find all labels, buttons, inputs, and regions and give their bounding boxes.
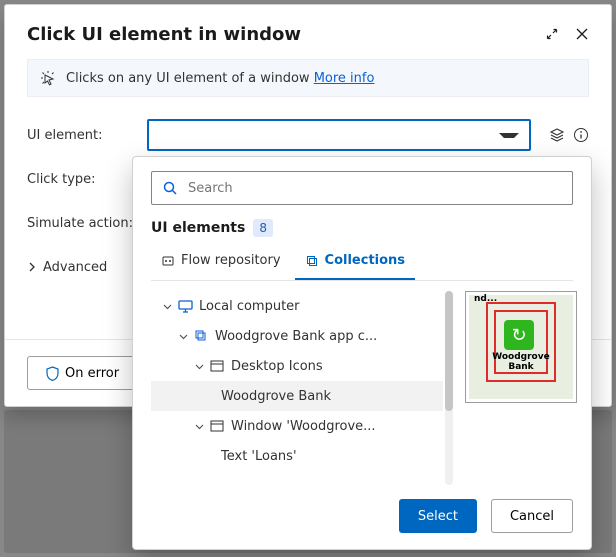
chevron-down-icon — [179, 332, 188, 341]
search-icon — [162, 180, 178, 196]
info-text: Clicks on any UI element of a window Mor… — [66, 71, 374, 86]
monitor-icon — [177, 300, 193, 313]
advanced-toggle[interactable]: Advanced — [27, 260, 107, 275]
collections-icon — [305, 254, 319, 268]
scrollbar[interactable] — [445, 291, 453, 485]
tabs: Flow repository Collections — [151, 245, 573, 281]
tree: Local computer Woodgrove Bank app c... D… — [151, 291, 443, 485]
tree-node-text-loans[interactable]: Text 'Loans' — [151, 441, 443, 471]
collection-icon — [193, 329, 209, 343]
title-bar: Click UI element in window — [5, 5, 611, 59]
close-icon — [576, 28, 588, 40]
tree-node-app[interactable]: Woodgrove Bank app c... — [151, 321, 443, 351]
tab-flow-repository[interactable]: Flow repository — [151, 245, 291, 280]
tree-node-desktop-icons[interactable]: Desktop Icons — [151, 351, 443, 381]
preview-thumbnail: nd... Woodgrove Bank — [465, 291, 577, 403]
search-input-wrap[interactable] — [151, 171, 573, 205]
window-icon — [209, 360, 225, 372]
tree-node-computer[interactable]: Local computer — [151, 291, 443, 321]
search-input[interactable] — [186, 180, 562, 197]
shield-icon — [46, 366, 59, 381]
section-title: UI elements 8 — [151, 219, 573, 237]
popup-cancel-button[interactable]: Cancel — [491, 499, 573, 533]
dialog-title: Click UI element in window — [27, 24, 537, 45]
repository-icon — [161, 254, 175, 268]
layers-icon[interactable] — [549, 127, 565, 143]
tab-collections[interactable]: Collections — [295, 245, 416, 280]
on-error-button[interactable]: On error — [27, 356, 138, 390]
count-badge: 8 — [253, 219, 273, 237]
tree-node-window[interactable]: Window 'Woodgrove... — [151, 411, 443, 441]
label-click-type: Click type: — [27, 172, 137, 187]
chevron-down-icon — [195, 362, 204, 371]
tree-node-woodgrove-bank[interactable]: Woodgrove Bank — [151, 381, 443, 411]
row-ui-element: UI element: — [5, 113, 611, 157]
expand-icon — [546, 28, 558, 40]
window-icon — [209, 420, 225, 432]
info-bar: Clicks on any UI element of a window Mor… — [27, 59, 589, 97]
select-button[interactable]: Select — [399, 499, 477, 533]
close-button[interactable] — [567, 19, 597, 49]
scrollbar-thumb[interactable] — [445, 291, 453, 411]
ui-element-select[interactable] — [147, 119, 531, 151]
label-simulate-action: Simulate action: — [27, 216, 137, 231]
ui-element-picker: UI elements 8 Flow repository Collection… — [132, 156, 592, 550]
chevron-down-icon — [195, 422, 204, 431]
chevron-down-icon — [163, 302, 172, 311]
tree-pane: Local computer Woodgrove Bank app c... D… — [151, 291, 591, 485]
popup-button-bar: Select Cancel — [133, 485, 591, 549]
cursor-click-icon — [40, 70, 56, 86]
info-icon[interactable] — [573, 127, 589, 143]
app-glyph-icon — [504, 320, 534, 350]
expand-button[interactable] — [537, 19, 567, 49]
more-info-link[interactable]: More info — [314, 71, 375, 86]
chevron-right-icon — [27, 262, 37, 272]
label-ui-element: UI element: — [27, 128, 137, 143]
